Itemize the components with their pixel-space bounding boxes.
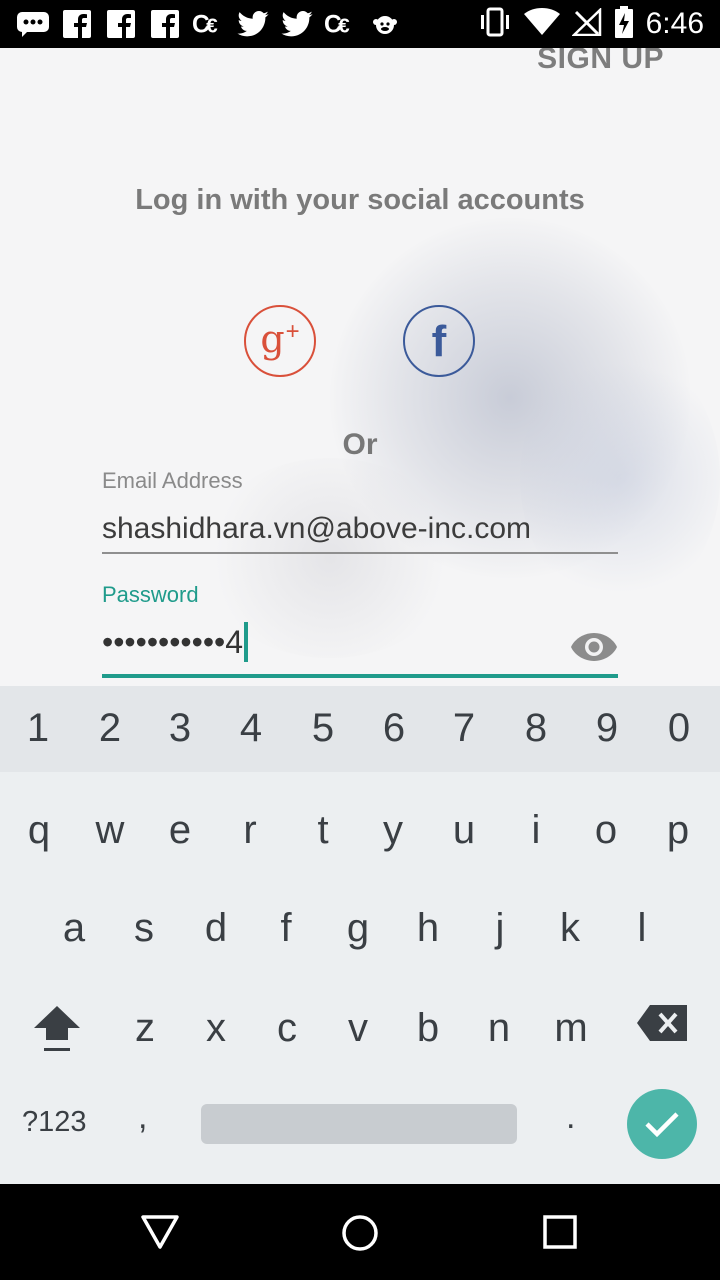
key-8[interactable]: 8 bbox=[501, 706, 571, 751]
key-k[interactable]: k bbox=[535, 906, 605, 951]
email-label: Email Address bbox=[102, 468, 243, 493]
key-c[interactable]: c bbox=[252, 1006, 322, 1051]
svg-text:€: € bbox=[206, 14, 218, 37]
key-p[interactable]: p bbox=[643, 808, 713, 853]
key-3[interactable]: 3 bbox=[145, 706, 215, 751]
email-underline bbox=[102, 552, 618, 554]
key-6[interactable]: 6 bbox=[359, 706, 429, 751]
soft-keyboard: 1 2 3 4 5 6 7 8 9 0 q w e r t y u i o p … bbox=[0, 686, 720, 1184]
key-d[interactable]: d bbox=[181, 906, 251, 951]
shift-key-icon[interactable] bbox=[30, 1002, 84, 1056]
enter-key[interactable] bbox=[627, 1089, 697, 1159]
facebook-notif-icon bbox=[148, 9, 182, 39]
key-v[interactable]: v bbox=[323, 1006, 393, 1051]
key-y[interactable]: y bbox=[358, 808, 428, 853]
google-plus-icon: g bbox=[260, 317, 285, 361]
show-password-icon[interactable] bbox=[570, 630, 618, 664]
password-last-char: 4 bbox=[225, 623, 244, 660]
google-plus-login-button[interactable]: g + bbox=[244, 305, 316, 377]
period-key[interactable]: . bbox=[566, 1098, 575, 1137]
password-label: Password bbox=[102, 582, 199, 607]
key-1[interactable]: 1 bbox=[3, 706, 73, 751]
cc-notif-icon: C € bbox=[192, 9, 226, 39]
password-field[interactable]: ••••••••••• 4 bbox=[102, 622, 249, 662]
recents-icon[interactable] bbox=[542, 1214, 578, 1255]
key-r[interactable]: r bbox=[215, 808, 285, 853]
space-key[interactable] bbox=[201, 1104, 517, 1144]
key-f[interactable]: f bbox=[251, 906, 321, 951]
key-x[interactable]: x bbox=[181, 1006, 251, 1051]
key-q[interactable]: q bbox=[4, 808, 74, 853]
login-screen: SIGN UP Log in with your social accounts… bbox=[0, 48, 720, 686]
key-0[interactable]: 0 bbox=[644, 706, 714, 751]
key-e[interactable]: e bbox=[145, 808, 215, 853]
twitter-icon bbox=[280, 9, 314, 39]
key-2[interactable]: 2 bbox=[75, 706, 145, 751]
key-h[interactable]: h bbox=[393, 906, 463, 951]
key-7[interactable]: 7 bbox=[429, 706, 499, 751]
key-j[interactable]: j bbox=[465, 906, 535, 951]
cc-notif-icon: C € bbox=[324, 9, 358, 39]
number-row: 1 2 3 4 5 6 7 8 9 0 bbox=[0, 686, 720, 772]
google-plus-superscript: + bbox=[285, 318, 300, 345]
backspace-key-icon[interactable] bbox=[636, 1004, 688, 1042]
back-icon[interactable] bbox=[141, 1214, 179, 1255]
or-divider: Or bbox=[342, 428, 378, 461]
key-m[interactable]: m bbox=[536, 1006, 606, 1051]
symbols-key[interactable]: ?123 bbox=[22, 1106, 87, 1139]
key-z[interactable]: z bbox=[110, 1006, 180, 1051]
social-login-title: Log in with your social accounts bbox=[135, 184, 585, 216]
svg-text:€: € bbox=[338, 14, 350, 37]
navigation-bar bbox=[0, 1184, 720, 1280]
key-l[interactable]: l bbox=[607, 906, 677, 951]
signup-button[interactable]: SIGN UP bbox=[537, 48, 664, 76]
background-blur bbox=[520, 348, 720, 608]
vibrate-icon bbox=[478, 7, 512, 42]
password-underline bbox=[102, 674, 618, 678]
facebook-icon: f bbox=[431, 317, 447, 366]
monkey-icon bbox=[368, 9, 402, 39]
key-w[interactable]: w bbox=[75, 808, 145, 853]
email-field[interactable]: shashidhara.vn@above-inc.com bbox=[102, 512, 531, 546]
comma-key[interactable]: , bbox=[138, 1098, 147, 1137]
status-bar: C € C € 6:46 bbox=[0, 0, 720, 48]
clock: 6:46 bbox=[645, 7, 704, 40]
facebook-notif-icon bbox=[104, 9, 138, 39]
battery-charging-icon bbox=[614, 5, 634, 43]
home-icon[interactable] bbox=[340, 1214, 380, 1259]
twitter-icon bbox=[236, 9, 270, 39]
key-t[interactable]: t bbox=[288, 808, 358, 853]
facebook-notif-icon bbox=[60, 9, 94, 39]
key-n[interactable]: n bbox=[464, 1006, 534, 1051]
key-g[interactable]: g bbox=[323, 906, 393, 951]
system-icons: 6:46 bbox=[478, 5, 720, 43]
key-b[interactable]: b bbox=[393, 1006, 463, 1051]
text-cursor bbox=[244, 622, 249, 662]
key-o[interactable]: o bbox=[571, 808, 641, 853]
key-4[interactable]: 4 bbox=[216, 706, 286, 751]
password-masked-text: ••••••••••• bbox=[102, 623, 226, 660]
key-s[interactable]: s bbox=[109, 906, 179, 951]
key-u[interactable]: u bbox=[429, 808, 499, 853]
facebook-login-button[interactable]: f bbox=[403, 305, 475, 377]
key-a[interactable]: a bbox=[39, 906, 109, 951]
message-icon bbox=[16, 9, 50, 39]
key-9[interactable]: 9 bbox=[572, 706, 642, 751]
key-i[interactable]: i bbox=[501, 808, 571, 853]
wifi-icon bbox=[523, 7, 560, 41]
checkmark-icon bbox=[645, 1112, 679, 1138]
notification-icons: C € C € bbox=[0, 9, 402, 39]
no-signal-icon bbox=[570, 6, 602, 41]
key-5[interactable]: 5 bbox=[288, 706, 358, 751]
